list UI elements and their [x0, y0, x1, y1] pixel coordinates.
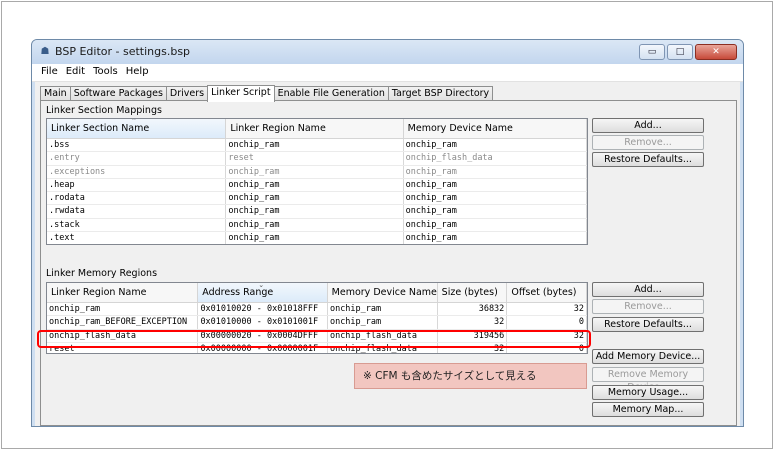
minimize-button[interactable]: ▭: [639, 44, 665, 60]
remove-section-button[interactable]: Remove...: [592, 135, 704, 150]
table-row[interactable]: .bss onchip_ram onchip_ram: [47, 139, 587, 153]
restore-region-defaults-button[interactable]: Restore Defaults...: [592, 317, 704, 332]
section-mappings-table: Linker Section Name ⌃ Linker Region Name…: [46, 118, 588, 245]
menu-tools[interactable]: Tools: [89, 64, 122, 81]
restore-section-defaults-button[interactable]: Restore Defaults...: [592, 152, 704, 167]
app-icon: ☗: [40, 46, 50, 57]
close-button[interactable]: ✕: [695, 44, 737, 60]
table-row[interactable]: .stack onchip_ram onchip_ram: [47, 218, 587, 233]
section-mappings-label: Linker Section Mappings: [46, 105, 162, 116]
col-offset[interactable]: Offset (bytes): [507, 283, 587, 302]
remove-region-button[interactable]: Remove...: [592, 299, 704, 314]
table-row[interactable]: .rwdata onchip_ram onchip_ram: [47, 205, 587, 219]
section-mappings-rows: .bss onchip_ram onchip_ram .entry reset onch…: [47, 139, 587, 244]
tab-drivers[interactable]: Drivers: [165, 86, 209, 101]
memory-map-button[interactable]: Memory Map...: [592, 402, 704, 417]
memory-regions-label: Linker Memory Regions: [46, 268, 158, 279]
annotation-note: ※ CFM も含めたサイズとして見える: [354, 363, 587, 389]
window-title: BSP Editor - settings.bsp: [55, 45, 191, 58]
table-row[interactable]: .exceptions onchip_ram onchip_ram: [47, 165, 587, 179]
add-memory-device-button[interactable]: Add Memory Device...: [592, 349, 704, 364]
col-memory-device[interactable]: Memory Device Name: [328, 283, 438, 302]
menu-edit[interactable]: Edit: [62, 64, 89, 81]
col-linker-region-name[interactable]: Linker Region Name: [226, 119, 404, 138]
table-row[interactable]: .entry reset onchip_flash_data: [47, 152, 587, 166]
tab-strip: Main Software Packages Drivers Linker Sc…: [40, 85, 494, 102]
add-section-button[interactable]: Add...: [592, 118, 704, 133]
table-row[interactable]: .text onchip_ram onchip_ram: [47, 232, 587, 244]
menu-file[interactable]: File: [37, 64, 62, 81]
table-row[interactable]: onchip_ram_BEFORE_EXCEPTION 0x01010000 - …: [47, 316, 587, 330]
tab-linker-script[interactable]: Linker Script: [207, 85, 275, 102]
section-mappings-header: Linker Section Name ⌃ Linker Region Name…: [47, 119, 587, 139]
add-region-button[interactable]: Add...: [592, 282, 704, 297]
menu-help[interactable]: Help: [122, 64, 153, 81]
highlight-box: [37, 330, 591, 348]
sort-up-icon: ⌃: [131, 118, 137, 125]
tab-main[interactable]: Main: [40, 86, 71, 101]
title-bar[interactable]: ☗ BSP Editor - settings.bsp ▭ □ ✕: [32, 40, 743, 64]
table-row[interactable]: .heap onchip_ram onchip_ram: [47, 178, 587, 193]
col-linker-section-name[interactable]: Linker Section Name ⌃: [47, 118, 227, 138]
memory-usage-button[interactable]: Memory Usage...: [592, 385, 704, 400]
menu-bar: File Edit Tools Help: [32, 64, 743, 82]
col-address-range[interactable]: Address Range ⌄: [198, 282, 328, 302]
tab-enable-file-generation[interactable]: Enable File Generation: [273, 86, 389, 101]
col-size[interactable]: Size (bytes): [438, 283, 508, 302]
table-row[interactable]: onchip_ram 0x01010020 - 0x01018FFF onchip_…: [47, 303, 587, 317]
remove-memory-device-button[interactable]: Remove Memory Device...: [592, 367, 704, 393]
maximize-button[interactable]: □: [667, 44, 693, 60]
col-region-name[interactable]: Linker Region Name: [47, 283, 199, 302]
col-memory-device-name[interactable]: Memory Device Name: [404, 119, 587, 138]
tab-target-bsp-directory[interactable]: Target BSP Directory: [387, 86, 494, 101]
memory-regions-header: Linker Region Name Address Range ⌄ Memor…: [47, 283, 587, 303]
sort-down-icon: ⌄: [258, 282, 265, 289]
tab-software-packages[interactable]: Software Packages: [69, 86, 167, 101]
table-row[interactable]: .rodata onchip_ram onchip_ram: [47, 192, 587, 206]
